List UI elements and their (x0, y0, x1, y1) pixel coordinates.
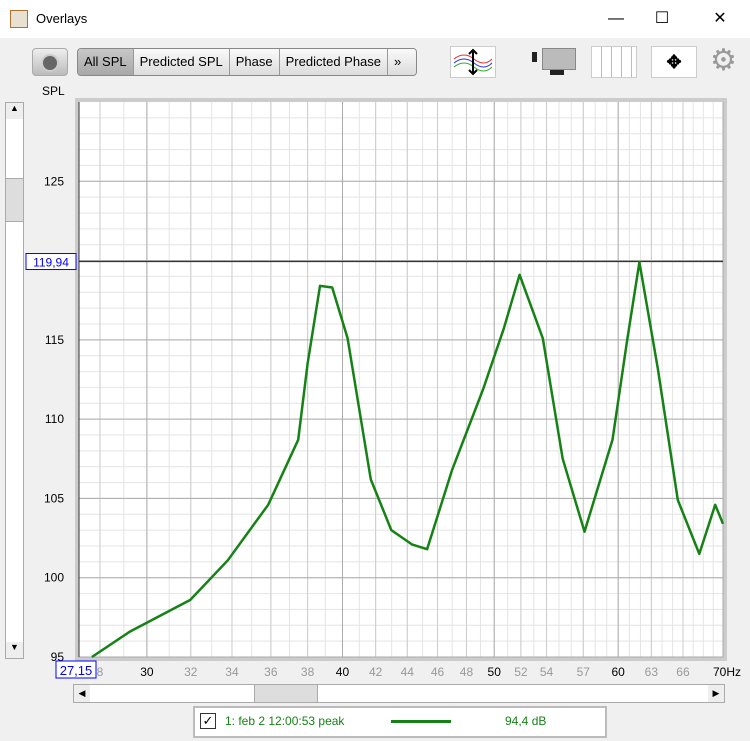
x-tick-label: 48 (460, 665, 474, 679)
y-tick-label: 105 (44, 491, 64, 505)
legend: ✓ 1: feb 2 12:00:53 peak 94,4 dB (193, 706, 607, 738)
legend-value: 94,4 dB (505, 714, 547, 728)
scroll-right-icon[interactable]: ▶ (708, 685, 724, 702)
y-tick-label: 115 (45, 333, 64, 347)
x-tick-label: 66 (676, 665, 690, 679)
x-tick-label: 46 (431, 665, 445, 679)
x-tick-label: 63 (645, 665, 659, 679)
legend-line (391, 720, 451, 723)
x-tick-label: 57 (577, 665, 591, 679)
x-tick-label: 70Hz (713, 665, 741, 679)
scroll-thumb[interactable] (254, 685, 318, 702)
x-tick-label: 60 (612, 665, 626, 679)
legend-checkbox[interactable]: ✓ (200, 713, 216, 729)
y-tick-label: 100 (44, 571, 64, 585)
x-tick-label: 34 (225, 665, 239, 679)
x-tick-label: 50 (488, 665, 502, 679)
legend-label: 1: feb 2 12:00:53 peak (225, 714, 345, 728)
x-tick-label: 40 (336, 665, 350, 679)
y-tick-label: 110 (45, 412, 64, 426)
x-tick-label: 42 (369, 665, 383, 679)
cursor-y-readout: 119,94 (33, 256, 69, 270)
scroll-left-icon[interactable]: ◀ (74, 685, 90, 702)
x-tick-label: 52 (514, 665, 528, 679)
horizontal-scrollbar[interactable]: ◀ ▶ (73, 684, 725, 703)
spl-chart[interactable]: 8 30 32 34 36 38 40 42 44 46 48 50 52 54 57 60 63 66 70Hz9… (0, 0, 750, 700)
y-axis-label: SPL (42, 84, 65, 98)
x-tick-label: 54 (540, 665, 554, 679)
x-tick-label: 8 (97, 665, 104, 679)
x-tick-label: 36 (264, 665, 278, 679)
x-tick-label: 30 (140, 665, 154, 679)
x-tick-label: 44 (401, 665, 415, 679)
cursor-x-readout: 27,15 (60, 663, 93, 678)
y-tick-label: 125 (44, 174, 64, 188)
plot-area (79, 102, 723, 657)
x-tick-label: 38 (301, 665, 315, 679)
x-tick-label: 32 (184, 665, 198, 679)
